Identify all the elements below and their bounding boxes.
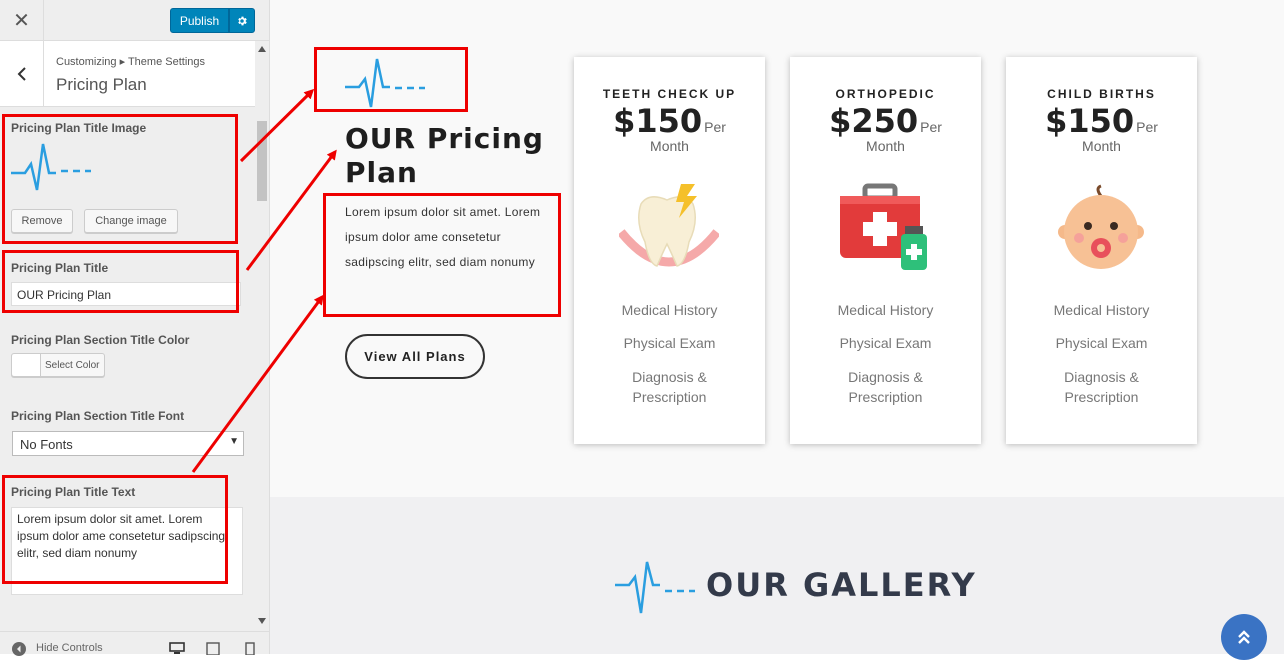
view-all-plans-button[interactable]: View All Plans [345, 334, 485, 379]
section-title: Pricing Plan [56, 75, 147, 94]
scroll-up-icon [258, 46, 266, 52]
feature-item: Prescription [632, 389, 707, 405]
feature-item: Prescription [1064, 389, 1139, 405]
price-value: $150 [1045, 102, 1135, 140]
section-header: Customizing ▸ Theme Settings Pricing Pla… [0, 41, 255, 107]
price-period: Month [650, 138, 689, 154]
title-font-label: Pricing Plan Section Title Font [11, 409, 185, 423]
plan-price: $150 Per [1006, 102, 1197, 140]
annotation-box [2, 114, 238, 244]
pricing-card: CHILD BIRTHS $150 Per Month Medical Histo… [1006, 57, 1197, 444]
customizer-footer: Hide Controls [0, 631, 269, 656]
breadcrumb: Customizing ▸ Theme Settings [56, 56, 205, 68]
plan-title: CHILD BIRTHS [1047, 87, 1156, 101]
price-period: Month [1082, 138, 1121, 154]
color-swatch [12, 354, 41, 376]
annotation-box [2, 475, 228, 584]
feature-item: Prescription [848, 389, 923, 405]
chevron-down-icon: ▼ [229, 436, 239, 447]
desktop-preview-icon[interactable] [169, 642, 185, 655]
price-per: Per [920, 119, 942, 135]
back-to-top-button[interactable] [1221, 614, 1267, 660]
sidebar-scrollbar[interactable] [255, 41, 269, 631]
title-color-label: Pricing Plan Section Title Color [11, 333, 190, 347]
feature-item: Physical Exam [1055, 335, 1148, 351]
mobile-preview-icon[interactable] [245, 642, 255, 655]
scrollbar-thumb[interactable] [257, 121, 267, 201]
scroll-down-icon [258, 618, 266, 624]
gallery-title: OUR GALLERY [706, 566, 977, 604]
hide-controls-button[interactable]: Hide Controls [36, 642, 103, 654]
publish-settings-button[interactable] [229, 8, 255, 33]
customizer-header: ✕ Publish [0, 0, 269, 41]
annotation-box [2, 250, 239, 313]
feature-item: Diagnosis & [632, 369, 707, 385]
plan-price: $250 Per [790, 102, 981, 140]
first-aid-kit-icon [835, 182, 935, 277]
annotation-box [314, 47, 468, 112]
feature-item: Physical Exam [623, 335, 716, 351]
publish-button[interactable]: Publish [170, 8, 229, 33]
feature-item: Medical History [837, 302, 934, 318]
select-color-label: Select Color [45, 359, 100, 371]
price-per: Per [704, 119, 726, 135]
gear-icon [238, 16, 247, 25]
plan-title: ORTHOPEDIC [835, 87, 936, 101]
plan-price: $150 Per [574, 102, 765, 140]
price-per: Per [1136, 119, 1158, 135]
price-value: $150 [613, 102, 703, 140]
heartbeat-icon [615, 561, 695, 614]
back-button[interactable] [0, 41, 44, 107]
price-value: $250 [829, 102, 919, 140]
double-chevron-up-icon [1238, 630, 1250, 644]
select-color-button[interactable]: Select Color [11, 353, 105, 377]
annotation-box [323, 193, 561, 317]
baby-icon [1051, 182, 1151, 277]
plan-title: TEETH CHECK UP [602, 87, 737, 101]
feature-item: Diagnosis & [1064, 369, 1139, 385]
close-icon: ✕ [13, 10, 30, 32]
title-font-select[interactable]: No Fonts ▼ [12, 431, 244, 456]
pricing-card: TEETH CHECK UP $150 Per Month Medical His… [574, 57, 765, 444]
pricing-card: ORTHOPEDIC $250 Per Month Medical History… [790, 57, 981, 444]
feature-item: Physical Exam [839, 335, 932, 351]
price-period: Month [866, 138, 905, 154]
title-font-value: No Fonts [20, 437, 73, 452]
feature-item: Medical History [621, 302, 718, 318]
gallery-heartbeat-image [615, 560, 695, 615]
close-button[interactable]: ✕ [0, 0, 44, 41]
pricing-heading: OUR Pricing Plan [345, 122, 544, 189]
feature-item: Medical History [1053, 302, 1150, 318]
tablet-preview-icon[interactable] [206, 642, 220, 655]
feature-item: Diagnosis & [848, 369, 923, 385]
tooth-icon [619, 182, 719, 277]
chevron-left-icon [17, 67, 26, 81]
